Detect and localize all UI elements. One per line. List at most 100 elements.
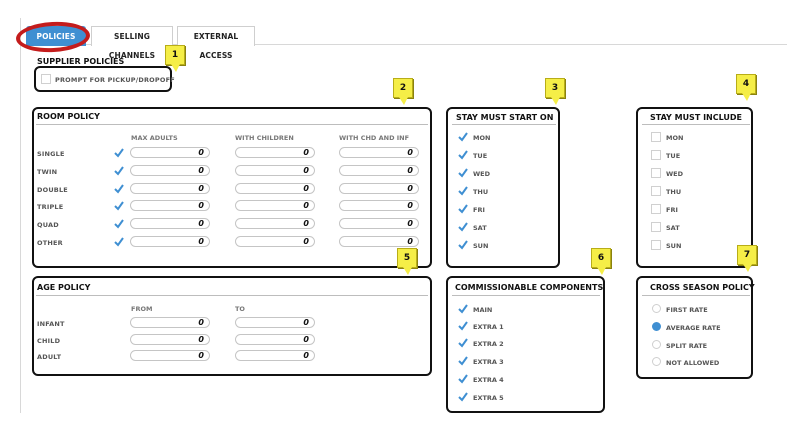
radio-first-rate[interactable] bbox=[652, 304, 661, 313]
check-icon[interactable] bbox=[114, 184, 124, 194]
callout-1: 1 bbox=[165, 45, 185, 72]
with-children-field[interactable]: 0 bbox=[235, 165, 315, 176]
day-checkbox[interactable] bbox=[651, 168, 661, 178]
day-checkbox[interactable] bbox=[651, 150, 661, 160]
row-label: SINGLE bbox=[37, 150, 65, 158]
components-box bbox=[446, 276, 605, 413]
check-icon[interactable] bbox=[458, 321, 468, 331]
with-children-field[interactable]: 0 bbox=[235, 147, 315, 158]
prompt-pickup-label: PROMPT FOR PICKUP/DROPOFF bbox=[55, 76, 175, 84]
row-label: DOUBLE bbox=[37, 186, 68, 194]
col-with-children: WITH CHILDREN bbox=[235, 134, 294, 142]
check-icon[interactable] bbox=[458, 338, 468, 348]
component-label: MAIN bbox=[473, 306, 493, 314]
day-label-thu: THU bbox=[473, 188, 489, 196]
check-icon[interactable] bbox=[458, 304, 468, 314]
cross-season-divider bbox=[642, 295, 750, 296]
check-icon[interactable] bbox=[458, 204, 468, 214]
age-policy-box bbox=[32, 276, 432, 376]
day-label-fri: FRI bbox=[473, 206, 485, 214]
check-icon[interactable] bbox=[114, 166, 124, 176]
col-to: TO bbox=[235, 305, 245, 313]
with-children-field[interactable]: 0 bbox=[235, 236, 315, 247]
check-icon[interactable] bbox=[114, 237, 124, 247]
with-chd-inf-field[interactable]: 0 bbox=[339, 218, 419, 229]
max-adults-field[interactable]: 0 bbox=[130, 218, 210, 229]
stay-start-title: STAY MUST START ON bbox=[456, 113, 554, 122]
callout-6: 6 bbox=[591, 248, 611, 275]
row-label: TWIN bbox=[37, 168, 58, 176]
check-icon[interactable] bbox=[458, 132, 468, 142]
day-label-thu: THU bbox=[666, 188, 682, 196]
components-divider bbox=[452, 295, 600, 296]
with-chd-inf-field[interactable]: 0 bbox=[339, 236, 419, 247]
row-label: ADULT bbox=[37, 353, 62, 361]
tab-external-access[interactable]: EXTERNAL ACCESS bbox=[177, 26, 255, 60]
day-label-tue: TUE bbox=[473, 152, 488, 160]
with-chd-inf-field[interactable]: 0 bbox=[339, 165, 419, 176]
age-policy-divider bbox=[36, 295, 428, 296]
stay-start-divider bbox=[452, 124, 556, 125]
day-label-sun: SUN bbox=[666, 242, 682, 250]
age-to-field[interactable]: 0 bbox=[235, 350, 315, 361]
with-chd-inf-field[interactable]: 0 bbox=[339, 183, 419, 194]
option-label: SPLIT RATE bbox=[666, 342, 708, 350]
row-label: QUAD bbox=[37, 221, 59, 229]
day-label-sat: SAT bbox=[666, 224, 680, 232]
max-adults-field[interactable]: 0 bbox=[130, 200, 210, 211]
option-label: NOT ALLOWED bbox=[666, 359, 720, 367]
highlight-ring bbox=[15, 20, 91, 54]
check-icon[interactable] bbox=[458, 240, 468, 250]
age-from-field[interactable]: 0 bbox=[130, 334, 210, 345]
check-icon[interactable] bbox=[114, 219, 124, 229]
with-chd-inf-field[interactable]: 0 bbox=[339, 200, 419, 211]
day-checkbox[interactable] bbox=[651, 132, 661, 142]
row-label: TRIPLE bbox=[37, 203, 64, 211]
check-icon[interactable] bbox=[458, 356, 468, 366]
day-checkbox[interactable] bbox=[651, 222, 661, 232]
prompt-pickup-checkbox[interactable] bbox=[41, 74, 51, 84]
max-adults-field[interactable]: 0 bbox=[130, 165, 210, 176]
check-icon[interactable] bbox=[458, 150, 468, 160]
callout-4: 4 bbox=[736, 74, 756, 101]
age-to-field[interactable]: 0 bbox=[235, 334, 315, 345]
max-adults-field[interactable]: 0 bbox=[130, 147, 210, 158]
check-icon[interactable] bbox=[114, 201, 124, 211]
check-icon[interactable] bbox=[458, 374, 468, 384]
day-checkbox[interactable] bbox=[651, 186, 661, 196]
component-label: EXTRA 5 bbox=[473, 394, 504, 402]
option-label: FIRST RATE bbox=[666, 306, 708, 314]
cross-season-title: CROSS SEASON POLICY bbox=[650, 283, 755, 292]
callout-3: 3 bbox=[545, 78, 565, 105]
day-label-wed: WED bbox=[666, 170, 684, 178]
day-checkbox[interactable] bbox=[651, 240, 661, 250]
age-from-field[interactable]: 0 bbox=[130, 350, 210, 361]
col-from: FROM bbox=[131, 305, 153, 313]
age-to-field[interactable]: 0 bbox=[235, 317, 315, 328]
component-label: EXTRA 1 bbox=[473, 323, 504, 331]
check-icon[interactable] bbox=[458, 222, 468, 232]
check-icon[interactable] bbox=[458, 392, 468, 402]
with-children-field[interactable]: 0 bbox=[235, 183, 315, 194]
check-icon[interactable] bbox=[458, 186, 468, 196]
radio-average-rate[interactable] bbox=[652, 322, 661, 331]
day-checkbox[interactable] bbox=[651, 204, 661, 214]
with-chd-inf-field[interactable]: 0 bbox=[339, 147, 419, 158]
content-frame-left bbox=[20, 18, 21, 413]
tab-selling-channels[interactable]: SELLING CHANNELS bbox=[91, 26, 173, 60]
radio-split-rate[interactable] bbox=[652, 340, 661, 349]
day-label-mon: MON bbox=[473, 134, 491, 142]
with-children-field[interactable]: 0 bbox=[235, 218, 315, 229]
check-icon[interactable] bbox=[114, 148, 124, 158]
room-policy-title: ROOM POLICY bbox=[37, 112, 100, 121]
max-adults-field[interactable]: 0 bbox=[130, 236, 210, 247]
age-from-field[interactable]: 0 bbox=[130, 317, 210, 328]
check-icon[interactable] bbox=[458, 168, 468, 178]
radio-not-allowed[interactable] bbox=[652, 357, 661, 366]
supplier-policies-title: SUPPLIER POLICIES bbox=[37, 57, 125, 66]
callout-5: 5 bbox=[397, 248, 417, 275]
with-children-field[interactable]: 0 bbox=[235, 200, 315, 211]
max-adults-field[interactable]: 0 bbox=[130, 183, 210, 194]
callout-7: 7 bbox=[737, 245, 757, 272]
day-label-tue: TUE bbox=[666, 152, 681, 160]
